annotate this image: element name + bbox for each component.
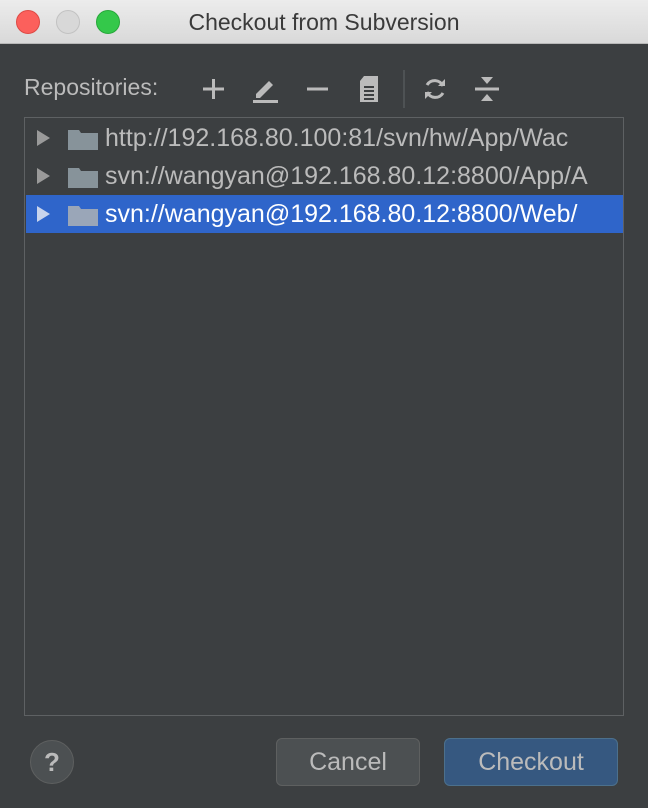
browse-changes-icon — [360, 76, 378, 102]
folder-icon — [68, 206, 98, 226]
repository-row[interactable]: http://192.168.80.100:81/svn/hw/App/Wac — [26, 119, 623, 157]
refresh-button[interactable] — [418, 70, 452, 108]
repositories-toolbar: Repositories: — [0, 62, 648, 116]
repository-row[interactable]: svn://wangyan@192.168.80.12:8800/App/A — [26, 157, 623, 195]
collapse-all-icon — [475, 77, 499, 101]
expand-arrow-icon[interactable] — [34, 129, 52, 147]
add-repository-button[interactable] — [196, 70, 230, 108]
folder-icon — [68, 130, 98, 150]
add-icon — [203, 79, 224, 99]
repository-row-selected[interactable]: svn://wangyan@192.168.80.12:8800/Web/ — [26, 195, 623, 233]
repository-url: svn://wangyan@192.168.80.12:8800/App/A — [105, 162, 588, 190]
repositories-tree[interactable]: http://192.168.80.100:81/svn/hw/App/Wac … — [24, 117, 624, 716]
repositories-label: Repositories: — [24, 74, 159, 100]
cancel-button[interactable]: Cancel — [276, 738, 420, 786]
window-title: Checkout from Subversion — [188, 9, 460, 35]
browse-changes-button[interactable] — [352, 70, 386, 108]
folder-icon — [68, 168, 98, 188]
refresh-icon — [425, 79, 445, 99]
edit-repository-button[interactable] — [248, 70, 282, 108]
title-bar: Checkout from Subversion — [0, 0, 648, 44]
help-button[interactable]: ? — [30, 740, 74, 784]
expand-arrow-icon[interactable] — [34, 167, 52, 185]
remove-icon — [307, 87, 328, 91]
remove-repository-button[interactable] — [300, 70, 334, 108]
toolbar-separator — [403, 70, 405, 108]
expand-arrow-icon[interactable] — [34, 205, 52, 223]
repository-url: http://192.168.80.100:81/svn/hw/App/Wac — [105, 124, 569, 152]
repository-url: svn://wangyan@192.168.80.12:8800/Web/ — [105, 200, 578, 228]
edit-icon — [253, 81, 278, 103]
collapse-all-button[interactable] — [470, 70, 504, 108]
checkout-button[interactable]: Checkout — [444, 738, 618, 786]
